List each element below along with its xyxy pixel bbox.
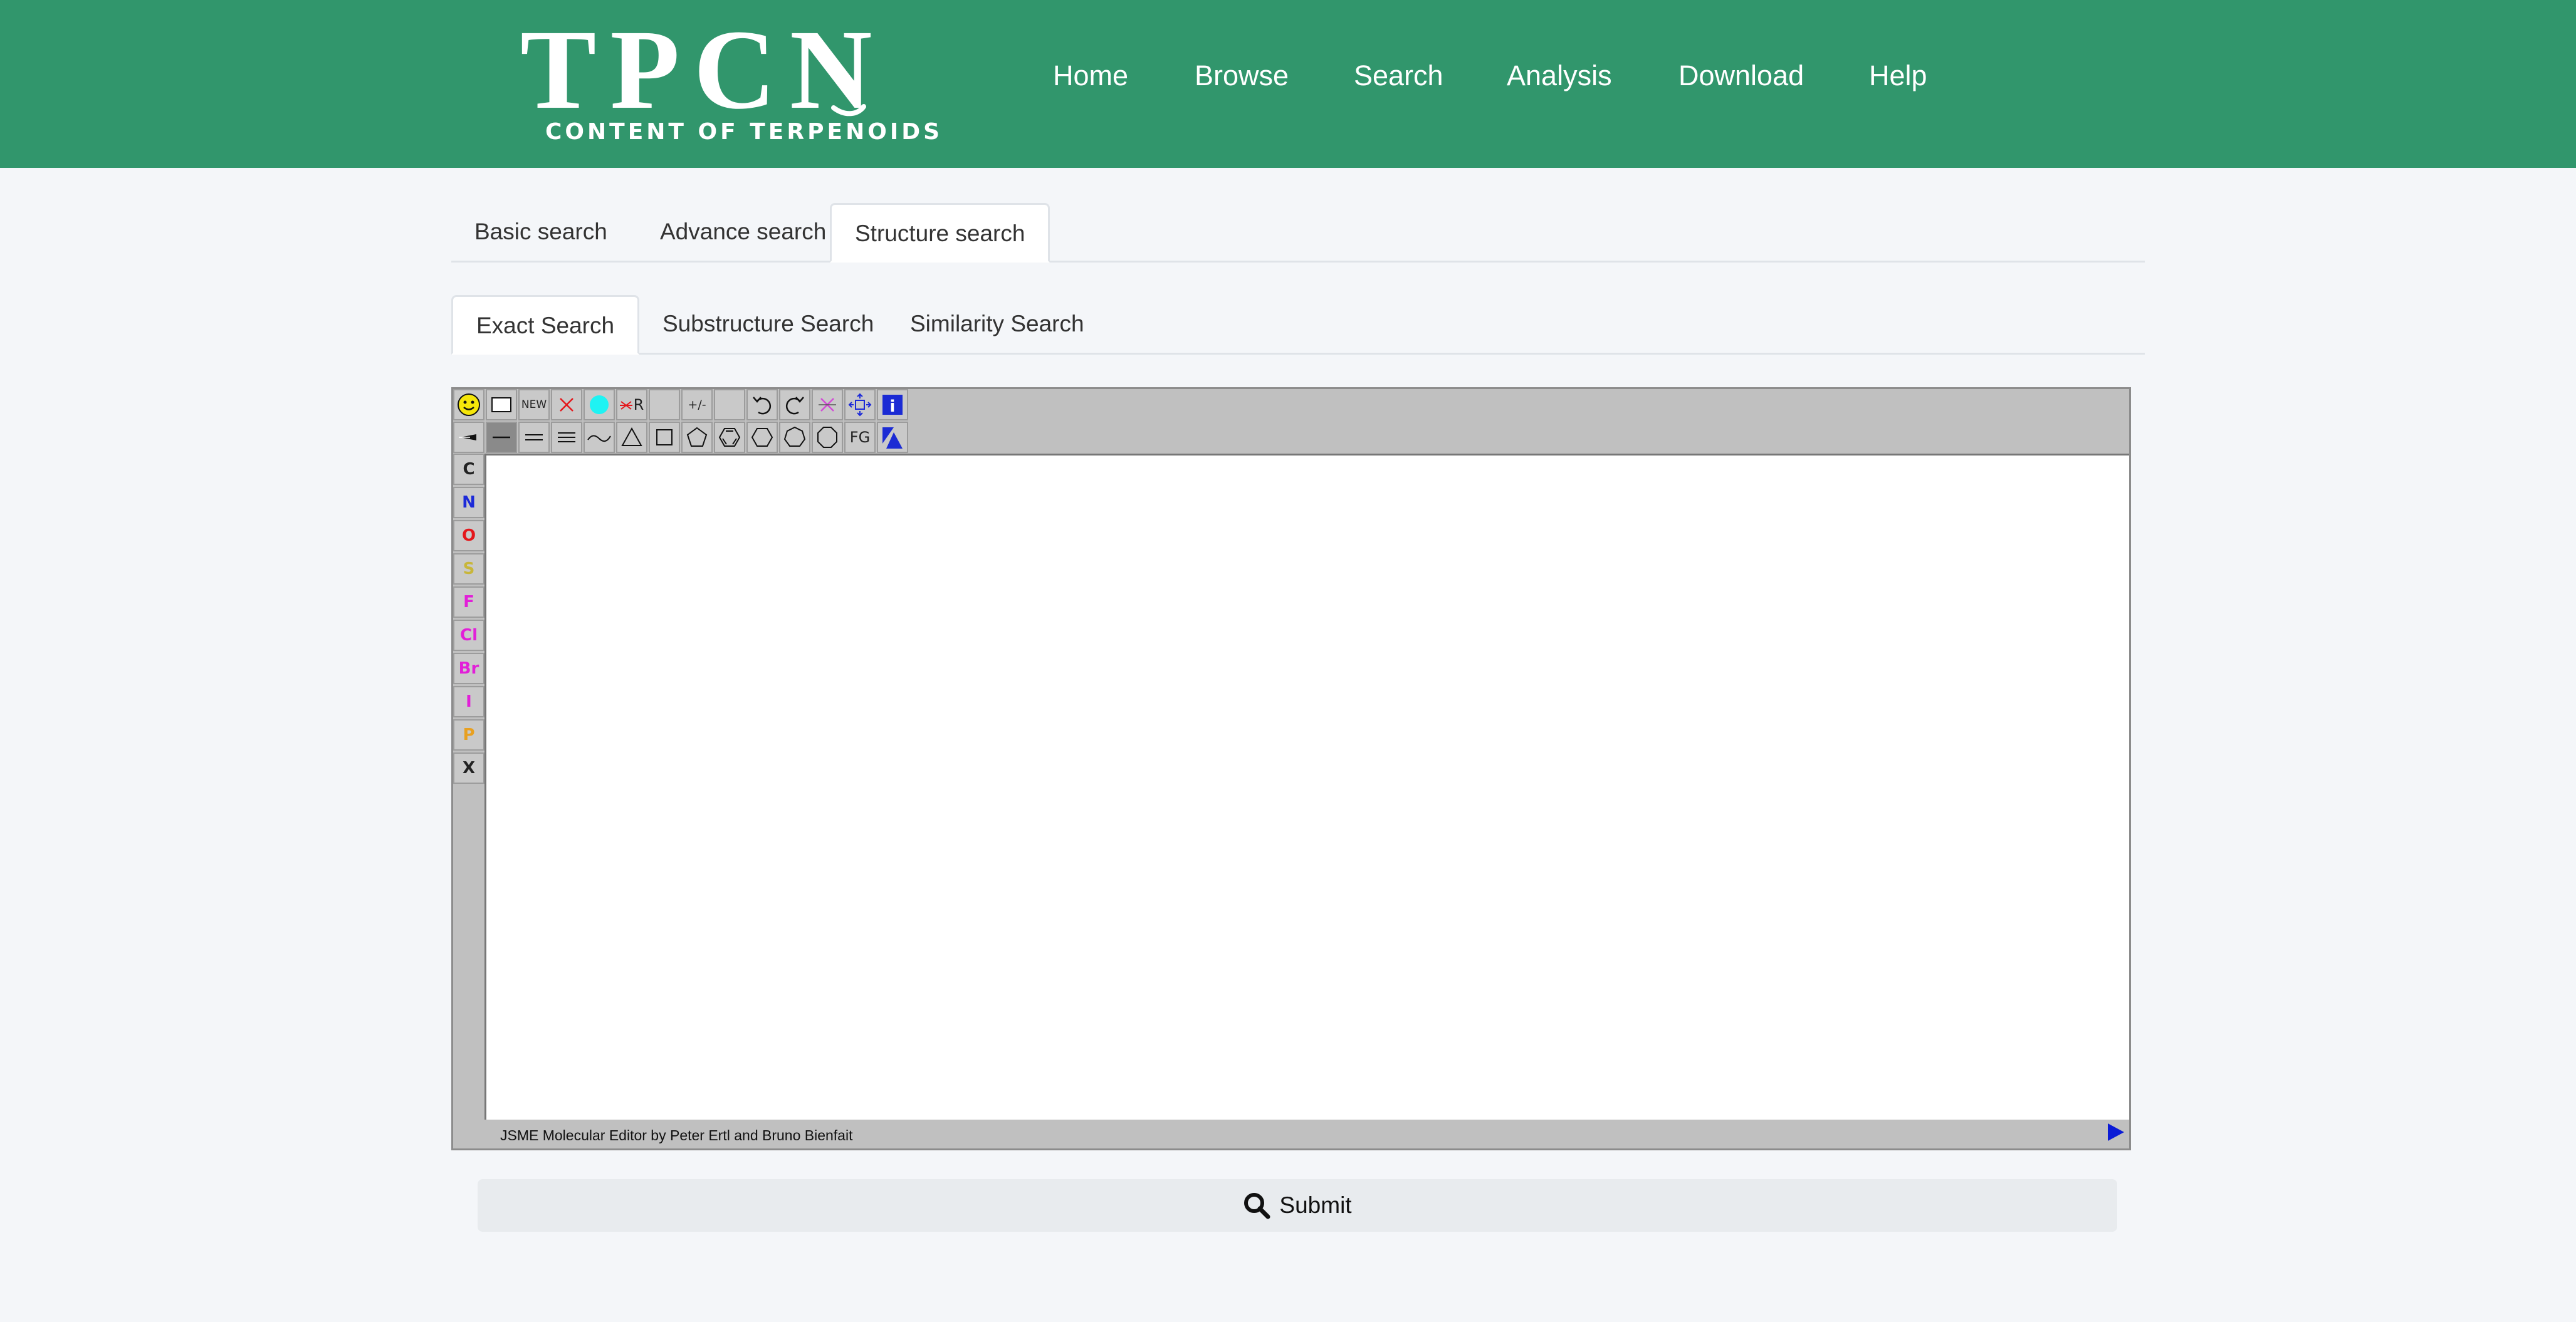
stereo-bond-icon[interactable] (453, 422, 484, 453)
tab-structure-search[interactable]: Structure search (830, 203, 1050, 263)
drawing-canvas[interactable] (484, 454, 2129, 1120)
blank-tool-2[interactable] (714, 389, 745, 420)
tab-substructure-search[interactable]: Substructure Search (639, 295, 897, 353)
atom-x-label: X (462, 759, 476, 778)
search-icon (1244, 1193, 1270, 1219)
tab-basic-search[interactable]: Basic search (451, 203, 631, 261)
nav-home[interactable]: Home (1053, 60, 1128, 92)
search-type-tabs: Basic search Advance search Structure se… (451, 203, 2145, 263)
editor-status-text: JSME Molecular Editor by Peter Ertl and … (500, 1127, 853, 1143)
expand-icon[interactable] (877, 422, 908, 453)
single-bond-icon[interactable] (486, 422, 517, 453)
structure-search-tabs: Exact Search Substructure Search Similar… (451, 295, 2145, 355)
atom-c-label: C (463, 460, 475, 479)
ring-7-icon[interactable] (779, 422, 810, 453)
clear-icon[interactable] (812, 389, 843, 420)
atom-x-button[interactable]: X (453, 752, 484, 784)
tab-advance-search[interactable]: Advance search (637, 203, 849, 261)
smiles-box-icon[interactable] (486, 389, 517, 420)
tab-similarity-search[interactable]: Similarity Search (887, 295, 1107, 353)
nav-search[interactable]: Search (1354, 60, 1443, 92)
nav-help[interactable]: Help (1869, 60, 1927, 92)
atom-s-label: S (463, 560, 475, 578)
ring-3-icon[interactable] (616, 422, 647, 453)
delete-group-icon[interactable]: R (616, 389, 647, 420)
atom-i-label: I (466, 692, 472, 711)
undo-icon[interactable] (746, 389, 778, 420)
jsme-molecular-editor: NEW R +/- i FG C N O S F Cl Br I P X JSM… (451, 387, 2131, 1150)
nav-download[interactable]: Download (1678, 60, 1804, 92)
double-bond-icon[interactable] (518, 422, 550, 453)
atom-i-button[interactable]: I (453, 686, 484, 717)
atom-f-button[interactable]: F (453, 586, 484, 618)
redo-icon[interactable] (779, 389, 810, 420)
ring-4-icon[interactable] (649, 422, 680, 453)
delete-icon[interactable] (551, 389, 582, 420)
submit-button[interactable]: Submit (478, 1179, 2117, 1232)
site-header: TPCN CONTENT OF TERPENOIDS Home Browse S… (0, 0, 2576, 168)
ring-5-icon[interactable] (681, 422, 713, 453)
nav-analysis[interactable]: Analysis (1507, 60, 1612, 92)
atom-p-button[interactable]: P (453, 719, 484, 751)
ring-6-icon[interactable] (746, 422, 778, 453)
delete-group-label: R (633, 396, 644, 414)
atom-cl-button[interactable]: Cl (453, 620, 484, 651)
atom-f-label: F (463, 593, 474, 612)
mark-atom-icon[interactable] (584, 389, 615, 420)
atom-n-label: N (462, 493, 476, 512)
atom-o-button[interactable]: O (453, 520, 484, 551)
triple-bond-icon[interactable] (551, 422, 582, 453)
logo-subtitle: CONTENT OF TERPENOIDS (545, 119, 943, 145)
site-logo[interactable]: TPCN CONTENT OF TERPENOIDS (520, 13, 940, 155)
smiley-icon[interactable] (453, 389, 484, 420)
info-icon[interactable]: i (877, 389, 908, 420)
charge-icon[interactable]: +/- (681, 389, 713, 420)
ring-8-icon[interactable] (812, 422, 843, 453)
functional-group-button[interactable]: FG (844, 422, 876, 453)
atom-p-label: P (463, 726, 475, 744)
submit-label: Submit (1279, 1192, 1352, 1218)
info-label: i (890, 397, 896, 416)
play-arrow-icon[interactable] (2108, 1123, 2124, 1141)
atom-o-label: O (461, 526, 476, 545)
tab-exact-search[interactable]: Exact Search (451, 295, 640, 355)
atom-c-button[interactable]: C (453, 454, 484, 485)
atom-br-label: Br (458, 659, 479, 678)
atom-br-button[interactable]: Br (453, 653, 484, 684)
atom-s-button[interactable]: S (453, 553, 484, 585)
atom-n-button[interactable]: N (453, 487, 484, 518)
blank-tool-1[interactable] (649, 389, 680, 420)
atom-cl-label: Cl (460, 626, 478, 645)
chain-icon[interactable] (584, 422, 615, 453)
benzene-icon[interactable] (714, 422, 745, 453)
nav-browse[interactable]: Browse (1195, 60, 1289, 92)
new-button[interactable]: NEW (518, 389, 550, 420)
move-icon[interactable] (844, 389, 876, 420)
